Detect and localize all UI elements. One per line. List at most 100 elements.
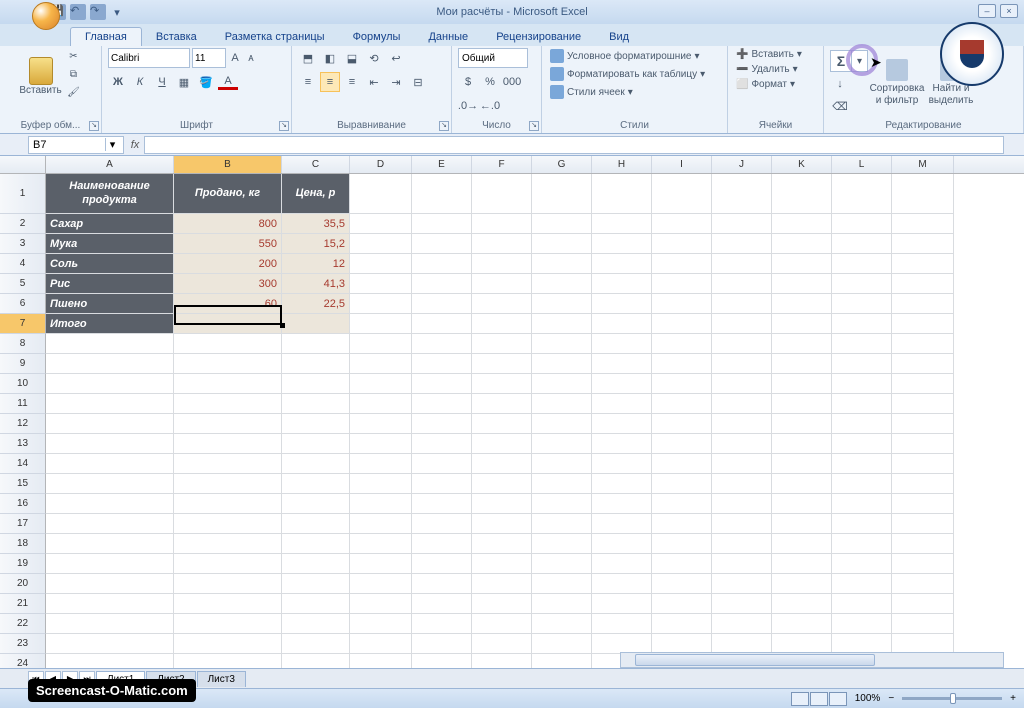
cell[interactable] xyxy=(412,334,472,354)
cell[interactable] xyxy=(772,334,832,354)
bold-button[interactable]: Ж xyxy=(108,72,128,92)
cell[interactable] xyxy=(174,334,282,354)
cell[interactable] xyxy=(592,294,652,314)
tab-page-layout[interactable]: Разметка страницы xyxy=(211,28,339,46)
cell[interactable] xyxy=(652,374,712,394)
cell[interactable] xyxy=(412,394,472,414)
cell[interactable] xyxy=(472,274,532,294)
cell[interactable] xyxy=(892,334,954,354)
cell[interactable] xyxy=(712,554,772,574)
format-as-table-button[interactable]: Форматировать как таблицу ▾ xyxy=(548,66,707,82)
cell[interactable] xyxy=(772,434,832,454)
cell[interactable] xyxy=(472,554,532,574)
cell[interactable] xyxy=(652,294,712,314)
col-header-F[interactable]: F xyxy=(472,156,532,173)
cell[interactable] xyxy=(772,614,832,634)
cell[interactable] xyxy=(832,294,892,314)
cell[interactable] xyxy=(892,474,954,494)
cell[interactable] xyxy=(832,454,892,474)
cell[interactable] xyxy=(412,214,472,234)
cell[interactable] xyxy=(712,354,772,374)
cell[interactable] xyxy=(652,454,712,474)
cell[interactable] xyxy=(46,334,174,354)
cell[interactable] xyxy=(46,454,174,474)
row-header[interactable]: 23 xyxy=(0,634,46,654)
cell[interactable] xyxy=(532,314,592,334)
cell[interactable] xyxy=(532,474,592,494)
cell[interactable] xyxy=(174,354,282,374)
cell[interactable] xyxy=(532,634,592,654)
cell[interactable] xyxy=(412,274,472,294)
cell[interactable] xyxy=(412,534,472,554)
cell[interactable] xyxy=(350,274,412,294)
cell[interactable] xyxy=(174,474,282,494)
cell[interactable] xyxy=(892,574,954,594)
cell[interactable] xyxy=(282,374,350,394)
cell[interactable] xyxy=(412,354,472,374)
cell[interactable] xyxy=(472,634,532,654)
cell[interactable] xyxy=(892,314,954,334)
cell[interactable] xyxy=(652,274,712,294)
insert-cells-button[interactable]: ➕ Вставить ▾ xyxy=(734,48,804,61)
cell[interactable] xyxy=(350,394,412,414)
cell[interactable] xyxy=(472,354,532,374)
cell[interactable] xyxy=(832,394,892,414)
cell[interactable] xyxy=(282,614,350,634)
cell[interactable] xyxy=(772,474,832,494)
wrap-text-button[interactable]: ↩ xyxy=(386,48,406,68)
cell[interactable] xyxy=(174,374,282,394)
row-header[interactable]: 16 xyxy=(0,494,46,514)
cell[interactable] xyxy=(832,254,892,274)
cell[interactable] xyxy=(892,554,954,574)
tab-formulas[interactable]: Формулы xyxy=(339,28,415,46)
orientation-button[interactable]: ⟲ xyxy=(364,48,384,68)
cell[interactable] xyxy=(772,414,832,434)
paste-button[interactable]: Вставить xyxy=(19,48,63,104)
row-header[interactable]: 18 xyxy=(0,534,46,554)
cell[interactable] xyxy=(350,614,412,634)
decrease-font-icon[interactable]: ᴀ xyxy=(244,49,258,67)
cell[interactable] xyxy=(174,314,282,334)
cell[interactable] xyxy=(282,494,350,514)
col-header-A[interactable]: A xyxy=(46,156,174,173)
underline-button[interactable]: Ч xyxy=(152,72,172,92)
cell[interactable]: 550 xyxy=(174,234,282,254)
cell[interactable] xyxy=(892,414,954,434)
align-left-button[interactable]: ≡ xyxy=(298,72,318,92)
row-header[interactable]: 22 xyxy=(0,614,46,634)
cell[interactable] xyxy=(652,174,712,214)
cell[interactable] xyxy=(712,494,772,514)
cell[interactable] xyxy=(712,254,772,274)
cell[interactable] xyxy=(772,214,832,234)
col-header-H[interactable]: H xyxy=(592,156,652,173)
cell[interactable]: Соль xyxy=(46,254,174,274)
undo-icon[interactable]: ↶ xyxy=(70,4,86,20)
cell[interactable] xyxy=(46,594,174,614)
row-header[interactable]: 1 xyxy=(0,174,46,214)
col-header-M[interactable]: M xyxy=(892,156,954,173)
cell[interactable] xyxy=(412,634,472,654)
cell[interactable] xyxy=(832,594,892,614)
cell[interactable] xyxy=(46,514,174,534)
row-header[interactable]: 21 xyxy=(0,594,46,614)
cell[interactable] xyxy=(832,234,892,254)
cell[interactable]: 300 xyxy=(174,274,282,294)
align-center-button[interactable]: ≡ xyxy=(320,72,340,92)
fx-icon[interactable]: fx xyxy=(126,139,144,151)
cell[interactable] xyxy=(832,514,892,534)
conditional-formatting-button[interactable]: Условное форматирошние ▾ xyxy=(548,48,702,64)
cell[interactable] xyxy=(832,534,892,554)
row-header[interactable]: 19 xyxy=(0,554,46,574)
cell[interactable] xyxy=(350,574,412,594)
cell[interactable] xyxy=(772,294,832,314)
cell[interactable]: Итого xyxy=(46,314,174,334)
cell[interactable] xyxy=(532,234,592,254)
cell[interactable]: Сахар xyxy=(46,214,174,234)
cell[interactable] xyxy=(412,554,472,574)
cell[interactable] xyxy=(350,594,412,614)
cell[interactable] xyxy=(712,374,772,394)
cell[interactable]: 41,3 xyxy=(282,274,350,294)
tab-review[interactable]: Рецензирование xyxy=(482,28,595,46)
align-bottom-button[interactable]: ⬓ xyxy=(342,48,362,68)
cell[interactable] xyxy=(46,534,174,554)
